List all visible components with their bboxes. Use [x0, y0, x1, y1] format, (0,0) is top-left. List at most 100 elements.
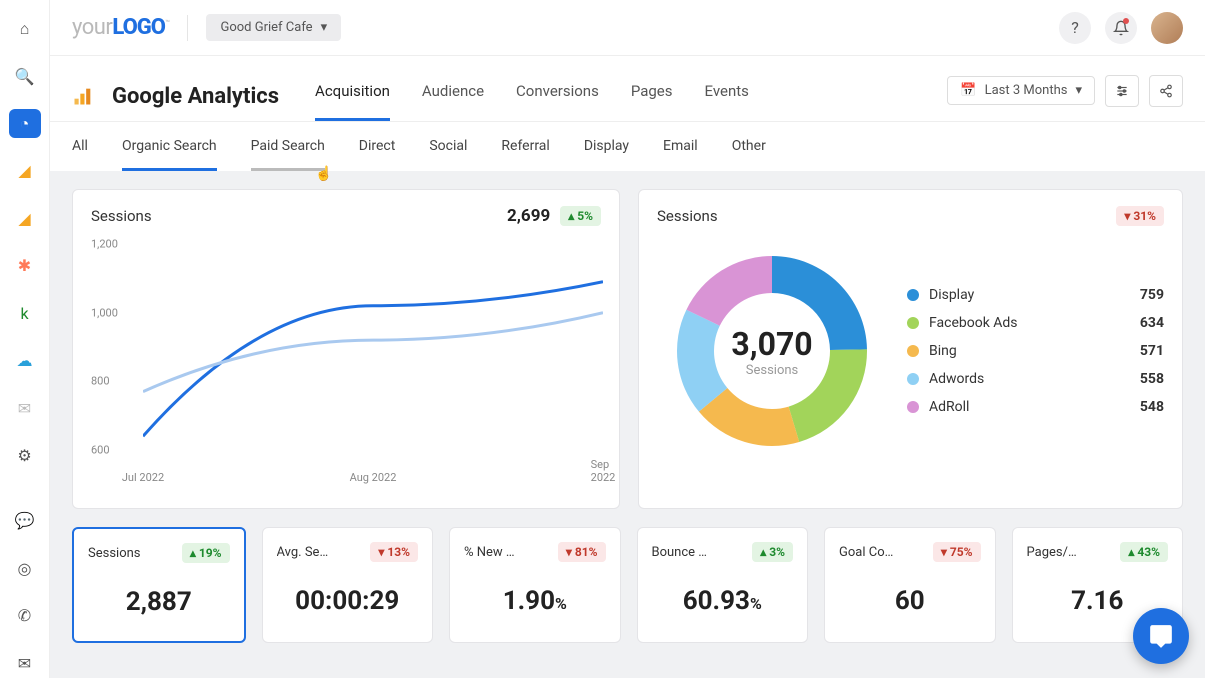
- legend-item: Facebook Ads 634: [907, 315, 1164, 331]
- help-button[interactable]: ?: [1059, 12, 1091, 44]
- legend-value: 558: [1140, 371, 1164, 387]
- chat-launcher[interactable]: [1133, 608, 1189, 664]
- date-range-selector[interactable]: 📅 Last 3 Months ▾: [947, 76, 1095, 105]
- subtab-paid-search[interactable]: Paid Search☝: [251, 138, 325, 171]
- search-icon[interactable]: 🔍: [9, 61, 41, 90]
- legend-dot: [907, 345, 919, 357]
- tab-audience[interactable]: Audience: [422, 72, 484, 121]
- kpi-title: Goal Co…: [839, 545, 893, 560]
- notifications-button[interactable]: [1105, 12, 1137, 44]
- sessions-donut-chart: 3,070 Sessions: [657, 236, 887, 466]
- sessions-line-card[interactable]: Sessions 2,699 ▴ 5% 6008001,0001,200Jul …: [72, 189, 620, 509]
- chevron-down-icon: ▾: [321, 20, 328, 35]
- left-rail: ⌂ 🔍 ◔ ◢ ◢ ✱ k ☁ ✉ ⚙ 💬 ◎ ✆ ✉: [0, 0, 50, 678]
- legend-dot: [907, 289, 919, 301]
- donut-center-label: Sessions: [746, 363, 799, 378]
- kpi-card[interactable]: Avg. Se… ▾ 13% 00:00:29: [262, 527, 434, 643]
- card-title: Sessions: [657, 207, 718, 225]
- user-avatar[interactable]: [1151, 12, 1183, 44]
- subtab-email[interactable]: Email: [663, 138, 698, 171]
- kpi-value: 1.90%: [464, 586, 606, 616]
- card-title: Sessions: [91, 207, 152, 225]
- phone-icon[interactable]: ✆: [9, 601, 41, 630]
- kpi-change-badge: ▾ 81%: [558, 542, 606, 562]
- legend-item: Bing571: [907, 343, 1164, 359]
- subtab-other[interactable]: Other: [732, 138, 766, 171]
- kpi-title: Bounce …: [652, 545, 707, 560]
- x-tick: Aug 2022: [350, 471, 397, 484]
- sessions-value: 2,699: [507, 206, 550, 226]
- legend-item: Adwords558: [907, 371, 1164, 387]
- content-area: Sessions 2,699 ▴ 5% 6008001,0001,200Jul …: [50, 171, 1205, 678]
- mailchimp-icon[interactable]: ✉: [9, 393, 41, 422]
- legend-value: 634: [1140, 315, 1164, 331]
- mail-icon[interactable]: ✉: [9, 648, 41, 677]
- kpi-change-badge: ▾ 13%: [370, 542, 418, 562]
- x-tick: Jul 2022: [122, 471, 164, 484]
- home-icon[interactable]: ⌂: [9, 14, 41, 43]
- subtab-display[interactable]: Display: [584, 138, 629, 171]
- legend-item: AdRoll 548: [907, 399, 1164, 415]
- kpi-title: Pages/…: [1027, 545, 1077, 560]
- y-tick: 1,000: [91, 306, 118, 319]
- kpi-card[interactable]: Bounce …▴ 3%60.93%: [637, 527, 809, 643]
- kpi-card[interactable]: Sessions▴ 19%2,887: [72, 527, 246, 643]
- page-title: Google Analytics: [112, 84, 279, 109]
- sessions-line-chart: 6008001,0001,200Jul 2022Aug 2022Sep 2022: [91, 244, 601, 484]
- kpi-card[interactable]: % New … ▾ 81% 1.90%: [449, 527, 621, 643]
- y-tick: 1,200: [91, 238, 118, 251]
- hubspot-icon[interactable]: ✱: [9, 251, 41, 280]
- kpi-change-badge: ▴ 19%: [182, 543, 230, 563]
- kpi-value: 00:00:29: [277, 586, 419, 616]
- kpi-change-badge: ▴ 43%: [1120, 542, 1168, 562]
- date-range-label: Last 3 Months: [985, 83, 1068, 98]
- subtab-all[interactable]: All: [72, 138, 88, 171]
- target-icon[interactable]: ◎: [9, 554, 41, 583]
- app-logo: yourLOGO™: [72, 15, 169, 40]
- tab-conversions[interactable]: Conversions: [516, 72, 599, 121]
- tab-pages[interactable]: Pages: [631, 72, 673, 121]
- kpi-title: % New …: [464, 545, 515, 560]
- tab-acquisition[interactable]: Acquisition: [315, 72, 390, 121]
- salesforce-icon[interactable]: ☁: [9, 346, 41, 375]
- chevron-down-icon: ▾: [1075, 83, 1082, 98]
- chat-icon[interactable]: 💬: [9, 506, 41, 535]
- kpi-card[interactable]: Goal Co… ▾ 75% 60: [824, 527, 996, 643]
- pie-icon[interactable]: ◔: [9, 109, 41, 138]
- legend-label: Facebook Ads: [929, 315, 1018, 331]
- kpi-change-badge: ▾ 75%: [933, 542, 981, 562]
- klaviyo-icon[interactable]: k: [9, 299, 41, 328]
- page-header: Google Analytics Acquisition Audience Conv…: [50, 56, 1205, 122]
- analytics-icon[interactable]: ◢: [9, 156, 41, 185]
- legend-label: AdRoll: [929, 399, 969, 415]
- google-analytics-icon: [72, 87, 92, 107]
- subtab-social[interactable]: Social: [429, 138, 467, 171]
- settings-icon[interactable]: ⚙: [9, 441, 41, 470]
- kpi-title: Avg. Se…: [277, 545, 329, 560]
- analytics2-icon[interactable]: ◢: [9, 204, 41, 233]
- sessions-change-badge: ▴ 5%: [560, 206, 601, 226]
- subtab-organic-search[interactable]: Organic Search: [122, 138, 217, 171]
- topbar: yourLOGO™ Good Grief Cafe ▾ ?: [50, 0, 1205, 56]
- cursor-icon: ☝: [315, 166, 332, 182]
- legend-dot: [907, 401, 919, 413]
- kpi-value: 60: [839, 586, 981, 616]
- legend-dot: [907, 317, 919, 329]
- share-button[interactable]: [1149, 75, 1183, 107]
- legend-value: 548: [1140, 399, 1164, 415]
- subtab-direct[interactable]: Direct: [359, 138, 396, 171]
- donut-legend: Display759Facebook Ads634Bing571Adwords5…: [907, 287, 1164, 415]
- filters-button[interactable]: [1105, 75, 1139, 107]
- account-selector[interactable]: Good Grief Cafe ▾: [206, 14, 341, 41]
- sessions-donut-card[interactable]: Sessions ▾ 31% 3,070 Sessions Display759…: [638, 189, 1183, 509]
- kpi-row: Sessions▴ 19%2,887Avg. Se…▾ 13%00:00:29%…: [72, 527, 1183, 643]
- y-tick: 600: [91, 444, 110, 457]
- subtab-referral[interactable]: Referral: [501, 138, 549, 171]
- primary-tabs: Acquisition Audience Conversions Pages Event…: [315, 72, 749, 121]
- donut-change-badge: ▾ 31%: [1116, 206, 1164, 226]
- account-name: Good Grief Cafe: [220, 20, 312, 35]
- legend-value: 759: [1140, 287, 1164, 303]
- kpi-title: Sessions: [88, 546, 141, 561]
- tab-events[interactable]: Events: [705, 72, 749, 121]
- notification-dot: [1123, 18, 1129, 24]
